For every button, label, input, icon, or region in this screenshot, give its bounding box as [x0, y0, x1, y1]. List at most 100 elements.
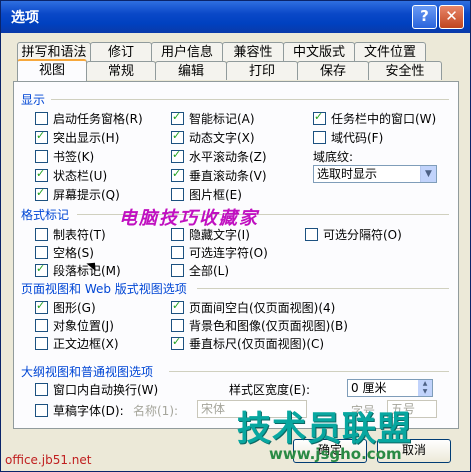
checkbox[interactable] — [35, 167, 48, 182]
option-label: 任务栏中的窗口(W) — [331, 112, 437, 126]
checkbox[interactable] — [35, 337, 48, 350]
option-label: 制表符(T) — [53, 228, 106, 242]
checkbox[interactable] — [35, 150, 48, 163]
option-horizontal-scrollbar[interactable]: 水平滚动条(Z) — [171, 148, 267, 165]
checkbox[interactable] — [35, 383, 48, 396]
tab-revisions[interactable]: 修订 — [90, 42, 152, 61]
option-wrap-to-window[interactable]: 窗口内自动换行(W) — [35, 381, 158, 398]
outline-group-title: 大纲视图和普通视图选项 — [21, 365, 154, 379]
display-group-title: 显示 — [21, 93, 46, 107]
chevron-down-icon[interactable]: ▼ — [420, 166, 436, 182]
title-bar[interactable]: 选项 ? ✕ — [1, 1, 470, 33]
checkbox[interactable] — [35, 319, 48, 332]
checkbox[interactable] — [171, 148, 184, 163]
option-label: 草稿字体(D): — [53, 404, 124, 418]
option-label: 突出显示(H) — [53, 131, 120, 145]
close-icon[interactable]: ✕ — [439, 5, 464, 29]
tab-compatibility[interactable]: 兼容性 — [222, 42, 284, 61]
checkbox[interactable] — [171, 299, 184, 314]
option-background-colors-images[interactable]: 背景色和图像(仅页面视图)(B) — [171, 317, 348, 334]
option-optional-breaks[interactable]: 可选分隔符(O) — [305, 226, 402, 243]
tab-print[interactable]: 打印 — [226, 61, 298, 80]
option-spaces[interactable]: 空格(S) — [35, 244, 94, 261]
checkbox[interactable] — [313, 110, 326, 125]
checkbox[interactable] — [171, 129, 184, 144]
checkbox[interactable] — [35, 246, 48, 259]
option-label: 水平滚动条(Z) — [189, 150, 267, 164]
font-name-label: 名称(1): — [133, 404, 179, 418]
checkbox[interactable] — [171, 335, 184, 350]
option-windows-in-taskbar[interactable]: 任务栏中的窗口(W) — [313, 110, 436, 127]
option-label: 可选连字符(O) — [189, 246, 268, 260]
field-shading-select[interactable]: 选取时显示 ▼ — [313, 165, 437, 183]
option-drawings[interactable]: 图形(G) — [35, 299, 96, 316]
spin-up-icon[interactable]: ▲ — [418, 380, 432, 388]
option-optional-hyphens[interactable]: 可选连字符(O) — [171, 244, 268, 261]
tab-view[interactable]: 视图 — [17, 59, 87, 81]
checkbox[interactable] — [35, 129, 48, 144]
footer-url: office.jb51.net — [5, 453, 92, 467]
checkbox[interactable] — [171, 110, 184, 125]
tab-save[interactable]: 保存 — [297, 61, 369, 80]
dialog-title: 选项 — [11, 10, 39, 26]
format-group-title: 格式标记 — [21, 208, 70, 222]
option-label: 正文边框(X) — [53, 337, 119, 351]
option-hidden-text[interactable]: 隐藏文字(I) — [171, 226, 250, 243]
checkbox[interactable] — [35, 262, 48, 277]
checkbox[interactable] — [171, 264, 184, 277]
option-screen-tips[interactable]: 屏幕提示(Q) — [35, 186, 120, 203]
checkbox[interactable] — [305, 228, 318, 241]
option-picture-placeholders[interactable]: 图片框(E) — [171, 186, 242, 203]
option-tab-characters[interactable]: 制表符(T) — [35, 226, 106, 243]
option-text-boundaries[interactable]: 正文边框(X) — [35, 335, 119, 352]
tab-file-locations[interactable]: 文件位置 — [354, 42, 426, 61]
tab-user-info[interactable]: 用户信息 — [151, 42, 223, 61]
checkbox[interactable] — [171, 228, 184, 241]
option-status-bar[interactable]: 状态栏(U) — [35, 167, 107, 184]
tab-edit[interactable]: 编辑 — [155, 61, 227, 80]
option-vertical-scrollbar[interactable]: 垂直滚动条(V) — [171, 167, 267, 184]
tab-chinese-typography[interactable]: 中文版式 — [283, 42, 355, 61]
site-logo-url: www.jsgho.com — [269, 445, 402, 463]
option-white-space-between-pages[interactable]: 页面间空白(仅页面视图)(4) — [171, 299, 335, 316]
option-smart-tags[interactable]: 智能标记(A) — [171, 110, 255, 127]
tab-general[interactable]: 常规 — [86, 61, 156, 80]
option-label: 状态栏(U) — [53, 169, 108, 183]
tab-security[interactable]: 安全性 — [368, 61, 442, 80]
checkbox[interactable] — [35, 186, 48, 201]
display-group-line — [51, 99, 449, 100]
checkbox[interactable] — [171, 167, 184, 182]
option-object-anchors[interactable]: 对象位置(J) — [35, 317, 114, 334]
option-label: 背景色和图像(仅页面视图)(B) — [189, 319, 348, 333]
option-label: 图片框(E) — [189, 188, 242, 202]
option-bookmarks[interactable]: 书签(K) — [35, 148, 94, 165]
checkbox[interactable] — [35, 404, 48, 417]
spin-down-icon[interactable]: ▼ — [418, 388, 432, 396]
option-label: 可选分隔符(O) — [323, 228, 402, 242]
option-startup-task-pane[interactable]: 启动任务窗格(R) — [35, 110, 143, 127]
checkbox[interactable] — [171, 246, 184, 259]
option-field-codes[interactable]: 域代码(F) — [313, 129, 383, 146]
style-area-width-spinner[interactable]: 0 厘米 ▲ ▼ — [347, 379, 433, 397]
option-label: 垂直标尺(仅页面视图)(C) — [189, 337, 325, 351]
option-animated-text[interactable]: 动态文字(X) — [171, 129, 255, 146]
outline-group-line — [169, 371, 449, 372]
option-vertical-ruler[interactable]: 垂直标尺(仅页面视图)(C) — [171, 335, 324, 352]
style-area-width-value: 0 厘米 — [351, 381, 387, 395]
checkbox[interactable] — [35, 228, 48, 241]
option-label: 空格(S) — [53, 246, 94, 260]
option-highlight[interactable]: 突出显示(H) — [35, 129, 119, 146]
checkbox[interactable] — [35, 299, 48, 314]
option-paragraph-marks[interactable]: 段落标记(M) — [35, 262, 121, 279]
option-all[interactable]: 全部(L) — [171, 262, 229, 279]
help-icon[interactable]: ? — [412, 5, 437, 29]
checkbox[interactable] — [171, 188, 184, 201]
option-label: 对象位置(J) — [53, 319, 114, 333]
option-draft-font[interactable]: 草稿字体(D): — [35, 402, 124, 419]
checkbox[interactable] — [35, 112, 48, 125]
style-area-width-label: 样式区宽度(E): — [229, 383, 310, 397]
options-dialog: 选项 ? ✕ 拼写和语法 修订 用户信息 兼容性 中文版式 文件位置 视图 常规… — [0, 0, 471, 472]
option-label: 动态文字(X) — [189, 131, 255, 145]
checkbox[interactable] — [313, 131, 326, 144]
checkbox[interactable] — [171, 319, 184, 332]
